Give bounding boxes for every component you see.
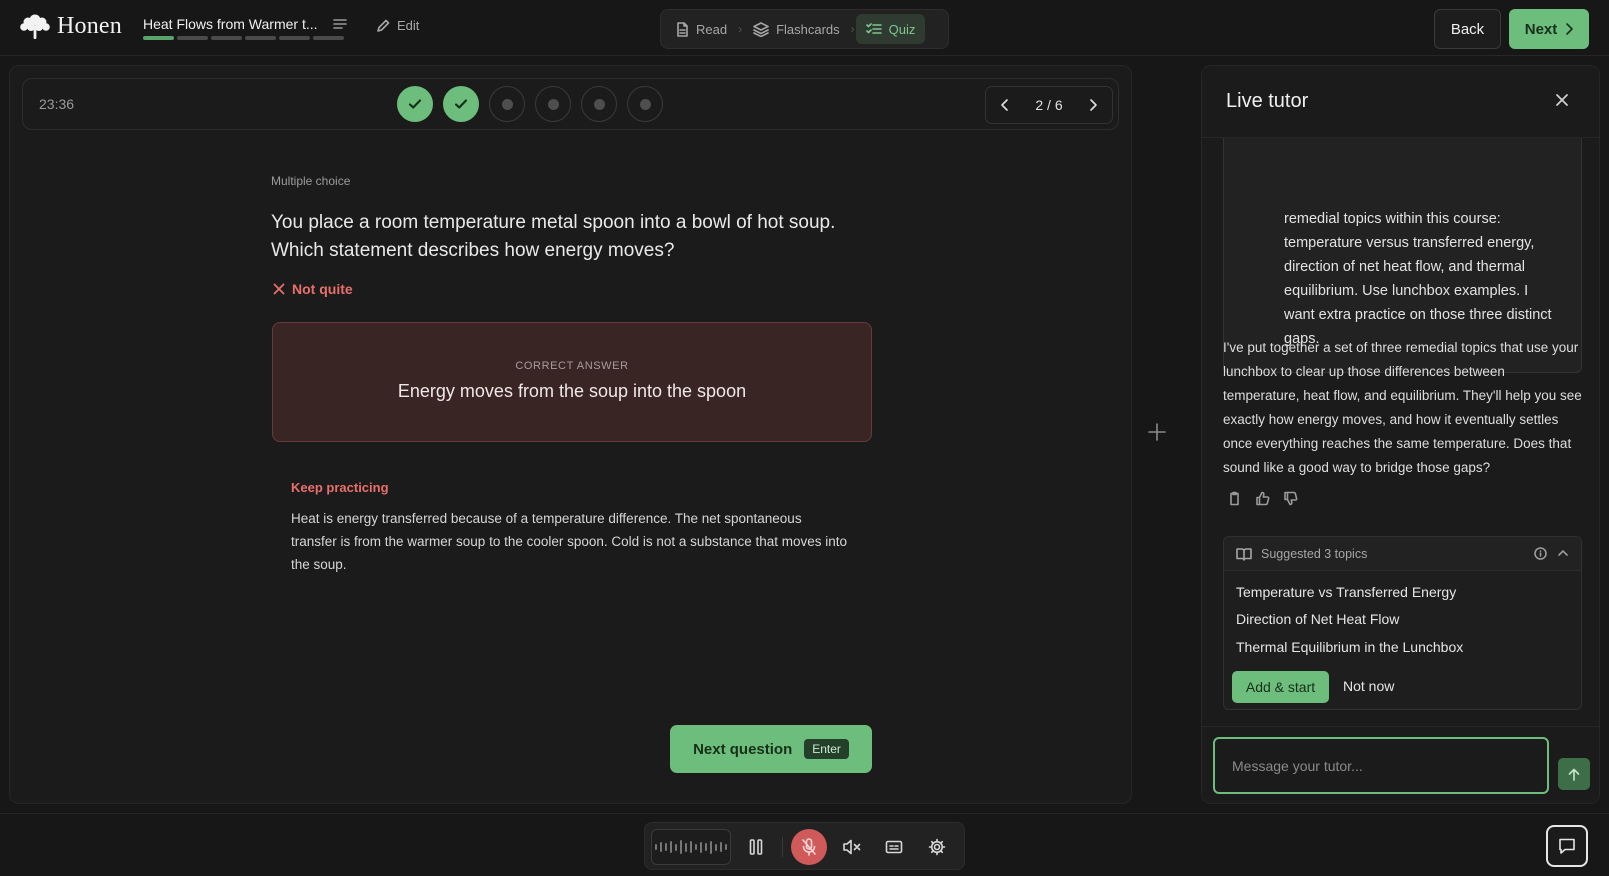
question-dot[interactable]	[489, 86, 525, 122]
next-question-button[interactable]: Next question Enter	[670, 725, 872, 773]
tab-read-label: Read	[696, 21, 728, 37]
bottom-bar	[0, 813, 1609, 876]
pager-text: 2 / 6	[1035, 97, 1063, 113]
add-start-button[interactable]: Add & start	[1232, 671, 1329, 703]
tab-quiz-label: Quiz	[888, 21, 916, 37]
mode-tabs: Read › Flashcards › Quiz	[660, 9, 949, 49]
next-question-label: Next question	[693, 740, 793, 758]
plus-icon[interactable]	[1148, 423, 1166, 441]
mic-off-icon	[801, 838, 817, 856]
edit-label: Edit	[397, 18, 420, 33]
tab-quiz[interactable]: Quiz	[855, 14, 926, 44]
mic-muted-button[interactable]	[791, 829, 827, 865]
divider	[782, 837, 783, 857]
question-dot[interactable]	[443, 86, 479, 122]
question-pager: 2 / 6	[985, 86, 1113, 124]
pause-icon[interactable]	[749, 835, 763, 859]
question-type: Multiple choice	[271, 174, 351, 188]
question-dot[interactable]	[397, 86, 433, 122]
quiz-toolbar: 23:36 2 / 6	[22, 78, 1119, 130]
document-title[interactable]: Heat Flows from Warmer t...	[143, 16, 325, 32]
tutor-title: Live tutor	[1226, 90, 1309, 112]
send-button[interactable]	[1558, 758, 1590, 790]
captions-icon[interactable]	[885, 835, 903, 859]
chevron-up-icon[interactable]	[1557, 547, 1569, 560]
quiz-panel: 23:36 2 / 6 Multiple choice You place a …	[9, 65, 1132, 804]
correct-answer-box: CORRECT ANSWER Energy moves from the sou…	[272, 322, 872, 442]
thumbs-down-icon[interactable]	[1283, 491, 1298, 506]
voice-controls	[644, 822, 965, 870]
close-icon[interactable]	[1555, 93, 1569, 107]
tutor-input-area	[1202, 726, 1599, 803]
tutor-message-input[interactable]	[1213, 737, 1549, 794]
clipboard-icon[interactable]	[1227, 491, 1242, 506]
chevron-right-icon	[1565, 23, 1574, 35]
speaker-mute-icon[interactable]	[842, 835, 862, 859]
list-icon[interactable]	[333, 17, 347, 31]
close-icon	[273, 283, 285, 295]
suggested-topics-card: Suggested 3 topics Temperature vs Transf…	[1223, 536, 1582, 710]
question-dot[interactable]	[581, 86, 617, 122]
tutor-panel: remedial topics within this course: temp…	[1201, 65, 1600, 804]
quiz-timer: 23:36	[39, 96, 75, 112]
document-icon	[675, 21, 689, 37]
thumbs-up-icon[interactable]	[1255, 491, 1270, 506]
message-actions	[1227, 491, 1298, 506]
lesson-progress	[143, 36, 344, 40]
tutor-message: I've put together a set of three remedia…	[1223, 340, 1582, 475]
question-dot[interactable]	[535, 86, 571, 122]
chat-toggle-button[interactable]	[1546, 825, 1588, 867]
tree-icon	[19, 12, 51, 40]
explanation-text: Heat is energy transferred because of a …	[291, 511, 848, 572]
audio-waveform	[651, 829, 731, 865]
question-text: You place a room temperature metal spoon…	[271, 212, 836, 261]
question-dots	[397, 86, 663, 122]
feedback-status: Not quite	[273, 281, 353, 297]
tab-read[interactable]: Read	[665, 14, 737, 44]
tab-flashcards[interactable]: Flashcards	[743, 14, 850, 44]
topic-item: Direction of Net Heat Flow	[1236, 611, 1400, 627]
tab-flashcards-label: Flashcards	[776, 21, 840, 37]
chevron-right-icon[interactable]	[1083, 95, 1103, 115]
keep-practicing-label: Keep practicing	[291, 480, 389, 495]
pencil-icon	[376, 19, 390, 33]
correct-answer-text: Energy moves from the soup into the spoo…	[397, 381, 747, 401]
keyboard-hint: Enter	[804, 739, 849, 759]
top-header: Honen Heat Flows from Warmer t... Edit R…	[0, 0, 1609, 56]
user-message-text: remedial topics within this course: temp…	[1284, 211, 1552, 347]
next-button[interactable]: Next	[1509, 9, 1589, 49]
back-button[interactable]: Back	[1434, 9, 1501, 49]
topic-item: Thermal Equilibrium in the Lunchbox	[1236, 639, 1464, 655]
not-now-button[interactable]: Not now	[1343, 678, 1394, 694]
suggested-topics-header[interactable]: Suggested 3 topics	[1224, 537, 1581, 571]
correct-answer-label: CORRECT ANSWER	[515, 360, 629, 372]
suggested-topics-label: Suggested 3 topics	[1261, 546, 1368, 561]
topic-item: Temperature vs Transferred Energy	[1236, 584, 1457, 600]
chat-icon	[1558, 837, 1576, 855]
info-icon[interactable]	[1534, 547, 1547, 560]
layers-icon	[753, 21, 769, 37]
checklist-icon	[865, 22, 882, 36]
chevron-left-icon[interactable]	[995, 95, 1015, 115]
edit-button[interactable]: Edit	[376, 18, 419, 33]
logo-text: Honen	[57, 12, 122, 39]
app-logo[interactable]: Honen	[19, 12, 122, 40]
chevron-right-icon: ›	[850, 22, 855, 36]
book-icon	[1236, 547, 1252, 561]
question-dot[interactable]	[627, 86, 663, 122]
next-label: Next	[1524, 20, 1558, 38]
gear-icon[interactable]	[928, 835, 946, 859]
feedback-label: Not quite	[292, 281, 353, 297]
chevron-right-icon: ›	[738, 22, 743, 36]
tutor-header: Live tutor	[1202, 66, 1599, 138]
